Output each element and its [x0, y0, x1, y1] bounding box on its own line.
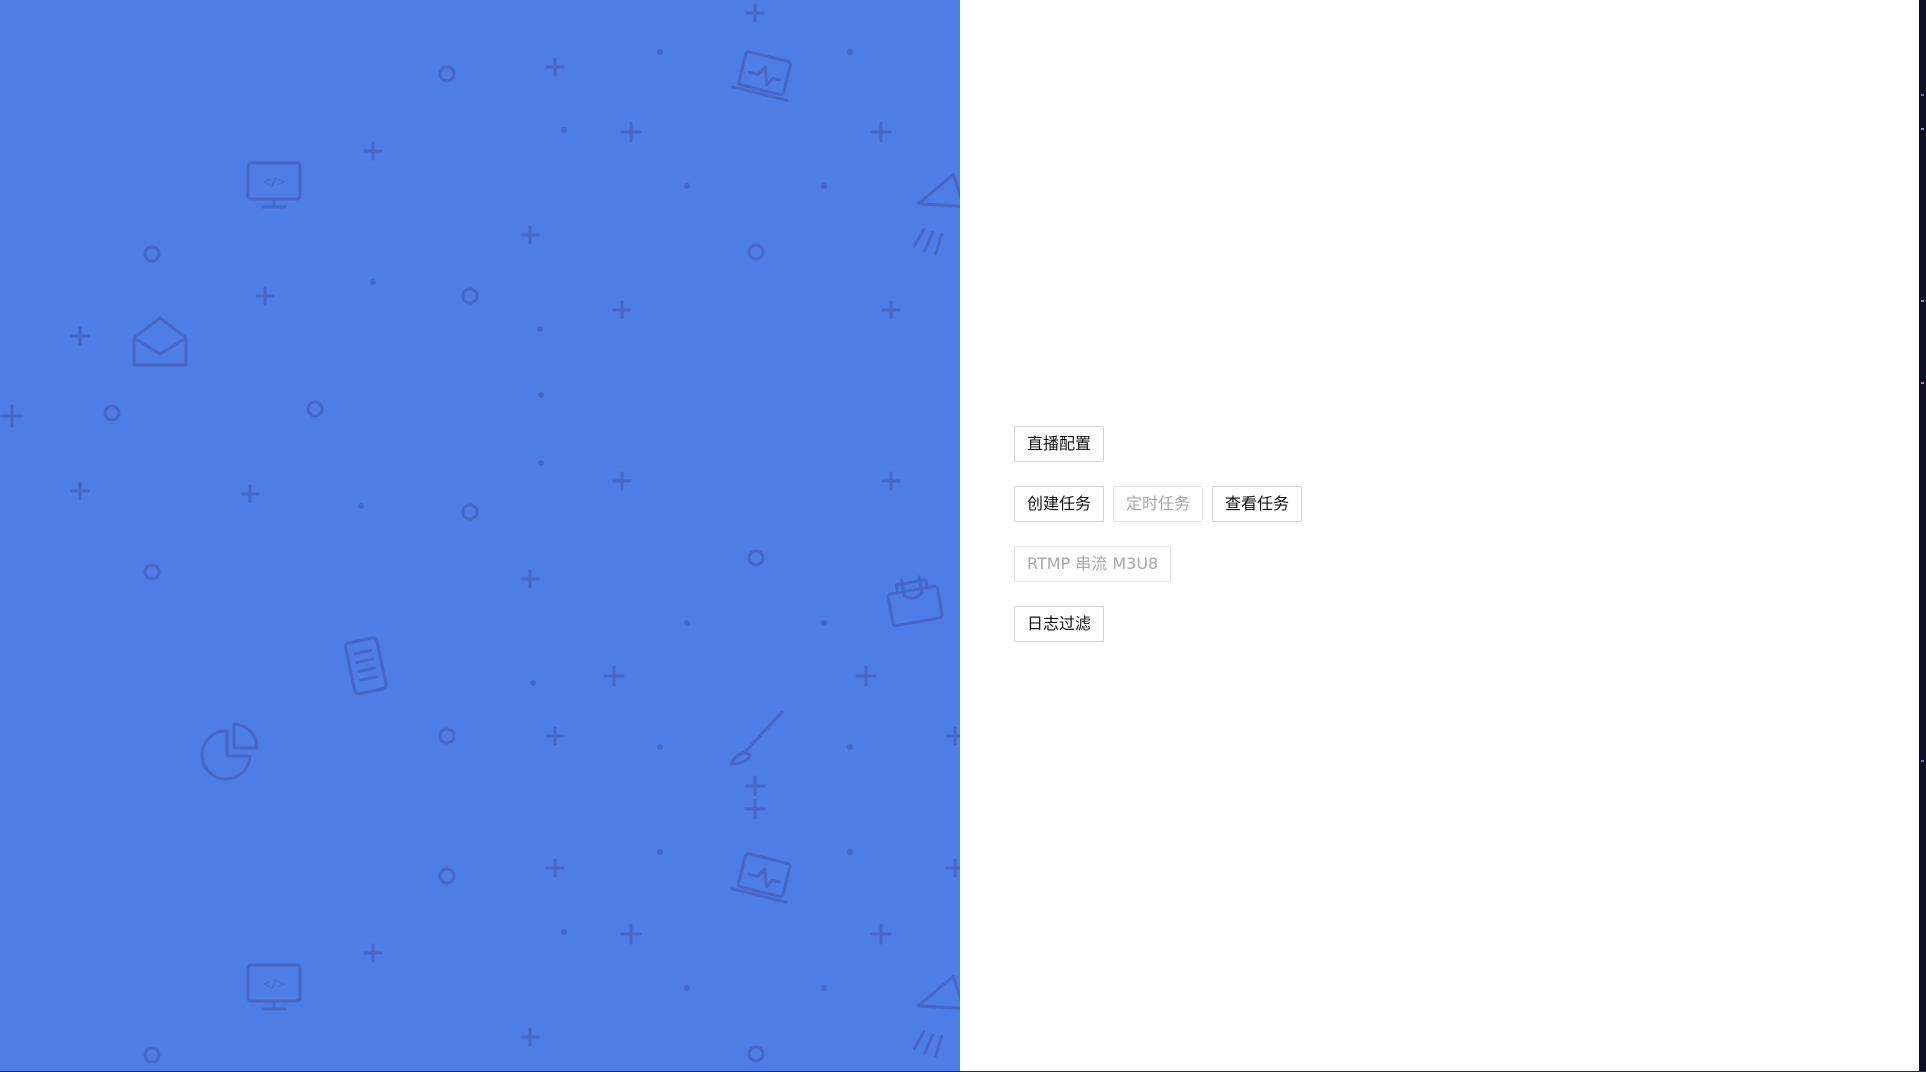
svg-text:</>: </>: [263, 977, 285, 991]
task-row: 创建任务 定时任务 查看任务: [1014, 486, 1303, 522]
log-filter-button[interactable]: 日志过滤: [1014, 606, 1105, 642]
window-right-edge: [1919, 0, 1926, 1072]
stream-row: RTMP 串流 M3U8: [1014, 546, 1172, 582]
edge-glint: [1921, 94, 1924, 96]
background-pattern: </> </>: [0, 0, 960, 1071]
decorative-background-panel: </> </>: [0, 0, 960, 1071]
edge-glint: [1921, 300, 1924, 302]
edge-glint: [1921, 128, 1924, 130]
svg-text:</>: </>: [263, 175, 285, 189]
live-config-button[interactable]: 直播配置: [1014, 426, 1105, 462]
view-tasks-button[interactable]: 查看任务: [1212, 486, 1303, 522]
control-panel: [960, 0, 1920, 1071]
live-config-row: 直播配置: [1014, 426, 1105, 462]
edge-glint: [1921, 382, 1924, 384]
scheduled-task-button[interactable]: 定时任务: [1113, 486, 1204, 522]
rtmp-stream-m3u8-button[interactable]: RTMP 串流 M3U8: [1014, 546, 1172, 582]
login-page: </> </> 直播配置 创建任务 定时任务 查看任务 RTMP 串流 M3U8…: [0, 0, 1926, 1072]
create-task-button[interactable]: 创建任务: [1014, 486, 1105, 522]
log-row: 日志过滤: [1014, 606, 1105, 642]
edge-glint: [1921, 760, 1924, 762]
